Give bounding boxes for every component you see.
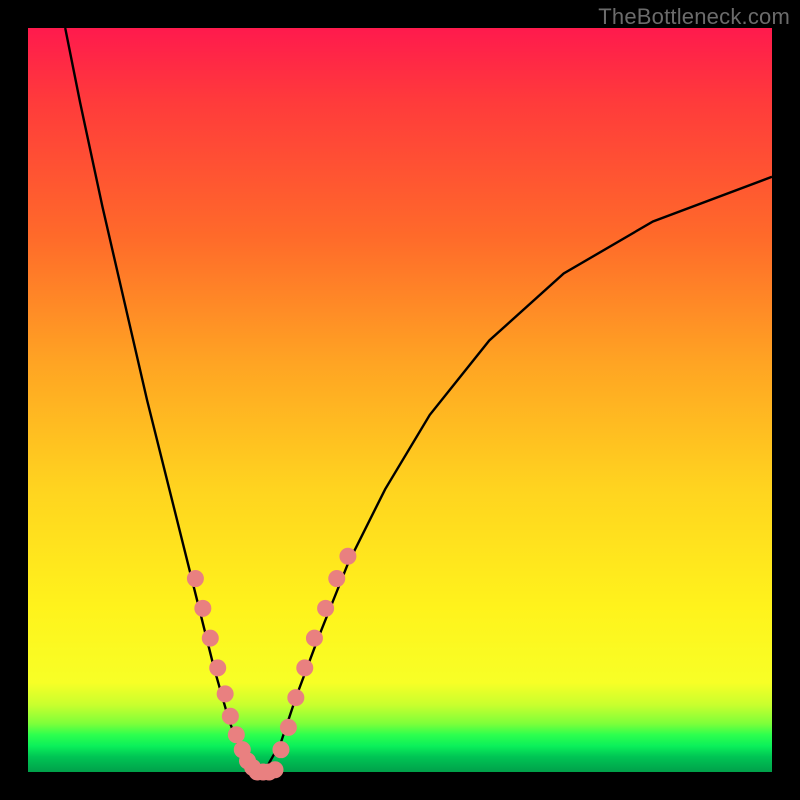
marker-dot <box>297 660 313 676</box>
curve-svg <box>28 28 772 772</box>
curve-left <box>65 28 258 772</box>
curve-right <box>259 177 772 772</box>
marker-dot <box>228 727 244 743</box>
plot-area <box>28 28 772 772</box>
watermark-text: TheBottleneck.com <box>598 4 790 30</box>
marker-dot <box>267 762 283 778</box>
marker-dot <box>340 548 356 564</box>
marker-dot <box>280 719 296 735</box>
marker-dot <box>306 630 322 646</box>
marker-layer <box>187 548 356 780</box>
marker-dot <box>329 571 345 587</box>
marker-dot <box>217 686 233 702</box>
marker-dot <box>195 600 211 616</box>
marker-dot <box>318 600 334 616</box>
marker-dot <box>210 660 226 676</box>
marker-dot <box>187 571 203 587</box>
marker-dot <box>288 690 304 706</box>
marker-dot <box>273 742 289 758</box>
marker-dot <box>222 708 238 724</box>
marker-dot <box>202 630 218 646</box>
chart-frame: TheBottleneck.com <box>0 0 800 800</box>
